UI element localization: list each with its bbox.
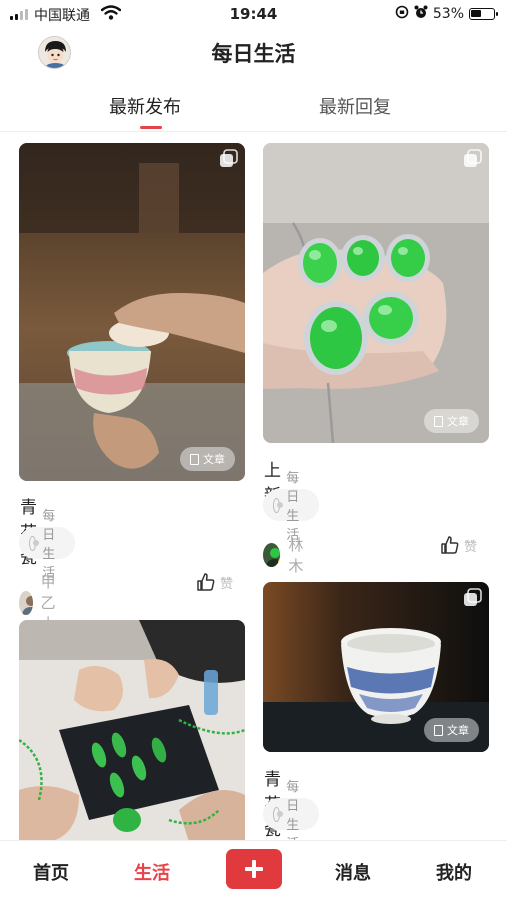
thumbs-up-icon [441, 536, 459, 554]
tab-latest-replies[interactable]: 最新回复 [319, 93, 391, 119]
rotation-lock-icon [395, 5, 409, 23]
nav-messages[interactable]: 消息 [335, 859, 371, 885]
article-badge: 文章 [424, 409, 479, 433]
nav-life[interactable]: 生活 [134, 859, 170, 885]
like-button[interactable]: 赞 [440, 535, 477, 555]
topic-icon [273, 806, 284, 822]
status-bar: 中国联通 19:44 53% [0, 0, 507, 28]
topic-tag[interactable]: 每日生活 [263, 471, 320, 543]
alarm-icon [414, 5, 428, 23]
post-image[interactable]: 文章 [19, 143, 245, 481]
article-badge: 文章 [180, 447, 235, 471]
battery-percent: 53% [432, 6, 464, 22]
like-button[interactable]: 赞 [196, 572, 233, 592]
document-icon [434, 415, 443, 427]
author-name[interactable]: 林木 [288, 534, 310, 576]
article-badge: 文章 [424, 718, 479, 742]
battery-icon [469, 8, 498, 20]
author-avatar[interactable] [19, 590, 33, 615]
topic-tag[interactable]: 每日生活 [263, 780, 320, 852]
author-avatar[interactable] [263, 543, 281, 567]
post-image[interactable] [19, 620, 245, 842]
post-image[interactable]: 文章 [263, 143, 489, 443]
author[interactable]: 林木 [263, 534, 310, 576]
tab-latest-posts[interactable]: 最新发布 [109, 93, 181, 119]
bottom-nav: 首页 生活 消息 我的 [0, 840, 507, 900]
document-icon [190, 453, 199, 465]
page-title: 每日生活 [211, 42, 296, 66]
topic-icon [273, 497, 284, 513]
nav-home[interactable]: 首页 [33, 859, 69, 885]
nav-me[interactable]: 我的 [436, 859, 472, 885]
divider [0, 131, 507, 132]
topic-icon [29, 535, 40, 551]
topic-tag[interactable]: 每日生活 [19, 509, 76, 581]
document-icon [434, 724, 443, 736]
active-tab-indicator [140, 126, 162, 129]
create-post-button[interactable] [226, 849, 282, 889]
post-image[interactable]: 文章 [263, 582, 489, 752]
thumbs-up-icon [197, 573, 215, 591]
